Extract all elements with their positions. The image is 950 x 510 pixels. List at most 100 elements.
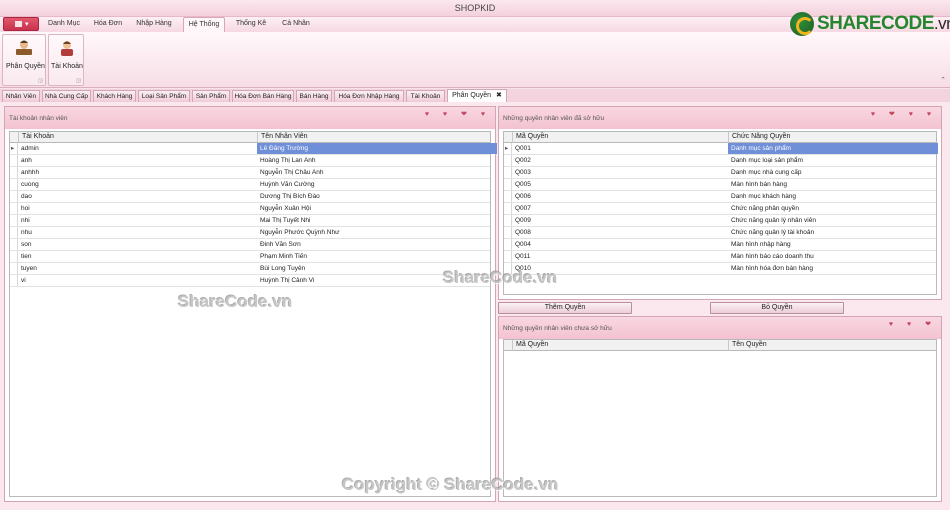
column-header-chuc-nang-quyen[interactable]: Chức Năng Quyền bbox=[728, 132, 938, 143]
row-header[interactable] bbox=[10, 263, 18, 274]
accounts-grid[interactable]: Tài Khoản Tên Nhân Viên ▸ admin Lê Đăng Tr… bbox=[9, 131, 497, 497]
table-cell[interactable]: son bbox=[18, 239, 257, 250]
table-cell[interactable]: cuong bbox=[18, 179, 257, 190]
table-cell[interactable]: Q001 bbox=[512, 143, 728, 154]
table-cell[interactable]: Danh mục sản phẩm bbox=[728, 143, 938, 154]
table-row[interactable]: ▸ Q001 Danh mục sản phẩm bbox=[504, 143, 938, 155]
column-header-tai-khoan[interactable]: Tài Khoản bbox=[18, 132, 257, 143]
table-cell[interactable]: Chức năng phân quyền bbox=[728, 203, 938, 214]
row-header[interactable] bbox=[10, 179, 18, 190]
table-cell[interactable]: Nguyễn Phước Quỳnh Như bbox=[257, 227, 497, 238]
table-cell[interactable]: Dương Thị Bích Đào bbox=[257, 191, 497, 202]
row-header[interactable] bbox=[504, 191, 512, 202]
application-menu-button[interactable]: ▾ bbox=[3, 17, 39, 31]
table-cell[interactable]: Q004 bbox=[512, 239, 728, 250]
table-row[interactable]: ▸ admin Lê Đăng Trường bbox=[10, 143, 497, 155]
unowned-permissions-grid[interactable]: Mã Quyền Tên Quyền bbox=[503, 339, 937, 497]
table-row[interactable]: son Đinh Văn Sơn bbox=[10, 239, 490, 251]
table-row[interactable]: Q009 Chức năng quản lý nhân viên bbox=[504, 215, 936, 227]
row-header[interactable] bbox=[10, 215, 18, 226]
column-header-ten-nhan-vien[interactable]: Tên Nhân Viên bbox=[257, 132, 497, 143]
menu-tab-thong-ke[interactable]: Thống Kê bbox=[230, 17, 272, 32]
table-cell[interactable]: Q007 bbox=[512, 203, 728, 214]
table-row[interactable]: Q011 Màn hình báo cáo doanh thu bbox=[504, 251, 936, 263]
row-header[interactable] bbox=[504, 239, 512, 250]
table-row[interactable]: nhu Nguyễn Phước Quỳnh Như bbox=[10, 227, 490, 239]
table-cell[interactable]: nhi bbox=[18, 215, 257, 226]
row-header[interactable] bbox=[10, 251, 18, 262]
row-header[interactable] bbox=[10, 227, 18, 238]
table-cell[interactable]: Hoàng Thị Lan Anh bbox=[257, 155, 497, 166]
table-row[interactable]: hoi Nguyễn Xuân Hội bbox=[10, 203, 490, 215]
add-permission-button[interactable]: Thêm Quyền bbox=[498, 302, 632, 314]
table-cell[interactable]: Q008 bbox=[512, 227, 728, 238]
table-row[interactable]: cuong Huỳnh Văn Cường bbox=[10, 179, 490, 191]
menu-tab-nhap-hang[interactable]: Nhập Hàng bbox=[132, 17, 176, 32]
table-cell[interactable]: Chức năng quản lý nhân viên bbox=[728, 215, 938, 226]
table-cell[interactable]: Nguyễn Xuân Hội bbox=[257, 203, 497, 214]
table-cell[interactable]: Q002 bbox=[512, 155, 728, 166]
table-cell[interactable]: admin bbox=[18, 143, 257, 154]
group-launcher-icon[interactable]: ◲ bbox=[76, 78, 81, 84]
table-row[interactable]: Q010 Màn hình hóa đơn bán hàng bbox=[504, 263, 936, 275]
table-cell[interactable]: Phạm Minh Tiến bbox=[257, 251, 497, 262]
table-cell[interactable]: Chức năng quản lý tài khoản bbox=[728, 227, 938, 238]
ribbon-collapse-icon[interactable]: ⌃ bbox=[940, 76, 946, 84]
remove-permission-button[interactable]: Bỏ Quyền bbox=[710, 302, 844, 314]
menu-tab-he-thong[interactable]: Hệ Thống bbox=[183, 17, 225, 32]
ribbon-button-phan-quyen[interactable]: Phân Quyền bbox=[6, 37, 45, 77]
table-cell[interactable]: nhu bbox=[18, 227, 257, 238]
close-icon[interactable]: ✖ bbox=[496, 92, 502, 99]
doc-tab-hoa-don-ban-hang[interactable]: Hóa Đơn Bán Hàng bbox=[232, 90, 294, 102]
doc-tab-tai-khoan[interactable]: Tài Khoản bbox=[406, 90, 445, 102]
table-row[interactable]: Q005 Màn hình bán hàng bbox=[504, 179, 936, 191]
row-header[interactable] bbox=[504, 215, 512, 226]
row-header[interactable]: ▸ bbox=[10, 143, 18, 154]
doc-tab-nhan-vien[interactable]: Nhân Viên bbox=[2, 90, 40, 102]
table-row[interactable]: anh Hoàng Thị Lan Anh bbox=[10, 155, 490, 167]
table-cell[interactable]: Danh mục nhà cung cấp bbox=[728, 167, 938, 178]
doc-tab-san-pham[interactable]: Sản Phẩm bbox=[192, 90, 230, 102]
table-cell[interactable]: anhhh bbox=[18, 167, 257, 178]
row-header[interactable] bbox=[504, 179, 512, 190]
group-launcher-icon[interactable]: ◲ bbox=[38, 78, 43, 84]
column-header-ma-quyen[interactable]: Mã Quyền bbox=[512, 132, 728, 143]
row-header[interactable] bbox=[504, 227, 512, 238]
table-cell[interactable]: Danh mục loại sản phẩm bbox=[728, 155, 938, 166]
table-cell[interactable]: hoi bbox=[18, 203, 257, 214]
table-cell[interactable]: Lê Đăng Trường bbox=[257, 143, 497, 154]
table-cell[interactable]: Màn hình nhập hàng bbox=[728, 239, 938, 250]
row-header[interactable]: ▸ bbox=[504, 143, 512, 154]
table-row[interactable]: Q007 Chức năng phân quyền bbox=[504, 203, 936, 215]
menu-tab-ca-nhan[interactable]: Cá Nhân bbox=[276, 17, 316, 32]
table-cell[interactable]: Danh mục khách hàng bbox=[728, 191, 938, 202]
table-cell[interactable]: dao bbox=[18, 191, 257, 202]
row-header[interactable] bbox=[10, 167, 18, 178]
table-row[interactable]: vi Huỳnh Thị Cảnh Vi bbox=[10, 275, 490, 287]
owned-permissions-grid[interactable]: Mã Quyền Chức Năng Quyền ▸ Q001 Danh mục s… bbox=[503, 131, 938, 295]
doc-tab-loai-san-pham[interactable]: Loại Sản Phẩm bbox=[138, 90, 190, 102]
table-row[interactable]: Q002 Danh mục loại sản phẩm bbox=[504, 155, 936, 167]
table-cell[interactable]: Q011 bbox=[512, 251, 728, 262]
doc-tab-nha-cung-cap[interactable]: Nhà Cung Cấp bbox=[42, 90, 91, 102]
row-header[interactable] bbox=[10, 239, 18, 250]
table-cell[interactable]: Q003 bbox=[512, 167, 728, 178]
doc-tab-khach-hang[interactable]: Khách Hàng bbox=[93, 90, 136, 102]
column-header-ten-quyen[interactable]: Tên Quyền bbox=[728, 340, 938, 351]
table-cell[interactable]: Màn hình bán hàng bbox=[728, 179, 938, 190]
table-row[interactable]: Q006 Danh mục khách hàng bbox=[504, 191, 936, 203]
table-cell[interactable]: anh bbox=[18, 155, 257, 166]
doc-tab-ban-hang[interactable]: Bán Hàng bbox=[296, 90, 332, 102]
table-cell[interactable]: Q009 bbox=[512, 215, 728, 226]
table-row[interactable]: dao Dương Thị Bích Đào bbox=[10, 191, 490, 203]
table-row[interactable]: tien Phạm Minh Tiến bbox=[10, 251, 490, 263]
row-header[interactable] bbox=[504, 167, 512, 178]
table-cell[interactable]: Q006 bbox=[512, 191, 728, 202]
table-cell[interactable]: Màn hình báo cáo doanh thu bbox=[728, 251, 938, 262]
menu-tab-danh-muc[interactable]: Danh Mục bbox=[42, 17, 86, 32]
doc-tab-hoa-don-nhap-hang[interactable]: Hóa Đơn Nhập Hàng bbox=[334, 90, 404, 102]
ribbon-button-tai-khoan[interactable]: Tài Khoản bbox=[49, 37, 85, 77]
table-row[interactable]: Q008 Chức năng quản lý tài khoản bbox=[504, 227, 936, 239]
table-row[interactable]: Q004 Màn hình nhập hàng bbox=[504, 239, 936, 251]
table-cell[interactable]: Nguyễn Thị Châu Anh bbox=[257, 167, 497, 178]
